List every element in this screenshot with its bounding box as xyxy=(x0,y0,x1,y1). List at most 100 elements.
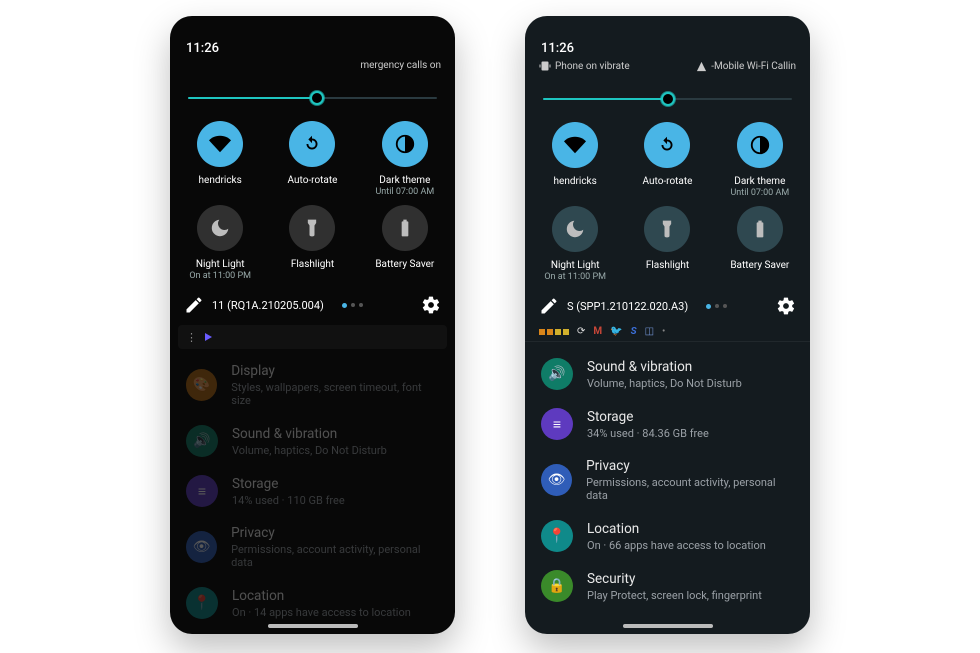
row-title: Sound & vibration xyxy=(587,359,742,375)
notif-row[interactable]: ⟳ M 🐦 S ◫ • xyxy=(525,320,810,339)
row-subtitle: On · 14 apps have access to location xyxy=(232,606,411,619)
status-bar: 11:26 xyxy=(170,16,455,58)
tile-label: Night Light xyxy=(551,260,600,271)
media-bar[interactable]: ⋮ xyxy=(178,325,447,349)
qs-tile-moon[interactable]: Night LightOn at 11:00 PM xyxy=(529,206,621,282)
weather-bars-icon xyxy=(539,329,569,335)
flashlight-icon xyxy=(289,205,335,251)
app-icon: ◫ xyxy=(645,326,654,337)
twitter-icon: 🐦 xyxy=(610,326,622,337)
build-text: 11 (RQ1A.210205.004) xyxy=(212,299,324,312)
settings-gear-icon[interactable] xyxy=(421,295,441,315)
qs-tile-moon[interactable]: Night LightOn at 11:00 PM xyxy=(174,205,266,281)
display-icon: 🎨 xyxy=(186,369,217,401)
security-icon: 🔒 xyxy=(541,570,573,602)
row-subtitle: Volume, haptics, Do Not Disturb xyxy=(587,377,742,390)
nav-pill[interactable] xyxy=(268,624,358,628)
settings-row-sound[interactable]: 🔊Sound & vibrationVolume, haptics, Do No… xyxy=(170,417,455,467)
tile-label: Flashlight xyxy=(291,259,334,270)
row-title: Storage xyxy=(232,476,345,492)
phone-right: 11:26 Phone on vibrate -Mobile Wi-Fi Cal… xyxy=(525,16,810,634)
tile-label: Night Light xyxy=(196,259,245,270)
settings-row-sound[interactable]: 🔊Sound & vibrationVolume, haptics, Do No… xyxy=(525,350,810,400)
nav-pill[interactable] xyxy=(623,624,713,628)
privacy-icon: 👁 xyxy=(541,464,572,496)
moon-icon xyxy=(197,205,243,251)
qs-tile-battery[interactable]: Battery Saver xyxy=(359,205,451,281)
row-title: Storage xyxy=(587,409,709,425)
sound-icon: 🔊 xyxy=(186,425,218,457)
page-dots[interactable] xyxy=(706,304,727,309)
tile-label: Battery Saver xyxy=(730,260,789,271)
tile-label: Battery Saver xyxy=(375,259,434,270)
tile-label: Auto-rotate xyxy=(288,175,338,186)
tile-label: hendricks xyxy=(554,176,597,187)
qs-tile-flashlight[interactable]: Flashlight xyxy=(266,205,358,281)
settings-row-storage[interactable]: ≡ Storage 14% used · 110 GB free xyxy=(170,467,455,517)
qs-grid: hendricks Auto-rotate Dark themeUntil 07… xyxy=(170,109,455,281)
spotify-icon: ⟳ xyxy=(577,326,585,337)
qs-tile-rotate[interactable]: Auto-rotate xyxy=(266,121,358,197)
settings-row-security[interactable]: 🔒SecurityPlay Protect xyxy=(170,629,455,634)
status-bar: 11:26 xyxy=(525,16,810,58)
row-subtitle: 34% used · 84.36 GB free xyxy=(587,427,709,440)
qs-tile-flashlight[interactable]: Flashlight xyxy=(621,206,713,282)
wifi-icon xyxy=(197,121,243,167)
tile-sublabel: Until 07:00 AM xyxy=(375,187,434,197)
tile-label: Dark theme xyxy=(734,176,785,187)
brightness-thumb[interactable] xyxy=(310,91,324,105)
settings-row-location[interactable]: 📍LocationOn · 14 apps have access to loc… xyxy=(170,579,455,629)
settings-gear-icon[interactable] xyxy=(776,296,796,316)
battery-icon xyxy=(382,205,428,251)
row-subtitle: Permissions, account activity, personal … xyxy=(231,543,439,569)
qs-grid: hendricks Auto-rotate Dark themeUntil 07… xyxy=(525,110,810,282)
brightness-slider[interactable] xyxy=(525,78,810,110)
battery-icon xyxy=(737,206,783,252)
brightness-thumb[interactable] xyxy=(661,92,675,106)
brightness-fill xyxy=(188,97,317,99)
row-subtitle: 14% used · 110 GB free xyxy=(232,494,345,507)
row-subtitle: On · 66 apps have access to location xyxy=(587,539,766,552)
qs-tile-rotate[interactable]: Auto-rotate xyxy=(621,122,713,198)
edit-icon[interactable] xyxy=(539,296,559,316)
settings-row-display[interactable]: 🎨DisplayStyles, wallpapers, screen timeo… xyxy=(170,355,455,417)
tile-sublabel: On at 11:00 PM xyxy=(189,271,251,281)
qs-tile-contrast[interactable]: Dark themeUntil 07:00 AM xyxy=(359,121,451,197)
settings-row-storage[interactable]: ≡ Storage 34% used · 84.36 GB free xyxy=(525,400,810,450)
tile-sublabel: Until 07:00 AM xyxy=(730,188,789,198)
contrast-icon xyxy=(382,121,428,167)
vibrate-icon xyxy=(539,60,551,72)
row-title: Location xyxy=(587,521,766,537)
settings-row-location[interactable]: 📍LocationOn · 66 apps have access to loc… xyxy=(525,512,810,562)
qs-tile-battery[interactable]: Battery Saver xyxy=(714,206,806,282)
row-subtitle: Permissions, account activity, personal … xyxy=(586,476,794,502)
storage-icon: ≡ xyxy=(186,475,218,507)
settings-row-privacy[interactable]: 👁PrivacyPermissions, account activity, p… xyxy=(525,450,810,512)
row-title: Security xyxy=(587,571,762,587)
row-title: Display xyxy=(231,363,439,379)
page-dots[interactable] xyxy=(342,303,363,308)
flashlight-icon xyxy=(644,206,690,252)
moon-icon xyxy=(552,206,598,252)
row-title: Privacy xyxy=(231,525,439,541)
contrast-icon xyxy=(737,122,783,168)
tile-label: Dark theme xyxy=(379,175,430,186)
settings-list: 🔊Sound & vibrationVolume, haptics, Do No… xyxy=(525,344,810,612)
privacy-icon: 👁 xyxy=(186,531,217,563)
play-icon[interactable] xyxy=(205,333,212,341)
settings-row-security[interactable]: 🔒SecurityPlay Protect, screen lock, fing… xyxy=(525,562,810,612)
settings-row-privacy[interactable]: 👁 Privacy Permissions, account activity, p… xyxy=(170,517,455,579)
brightness-slider[interactable] xyxy=(170,77,455,109)
phone-left: 11:26 mergency calls on hendricks Auto-r… xyxy=(170,16,455,634)
rotate-icon xyxy=(289,121,335,167)
qs-tile-wifi[interactable]: hendricks xyxy=(529,122,621,198)
qs-tile-wifi[interactable]: hendricks xyxy=(174,121,266,197)
edit-icon[interactable] xyxy=(184,295,204,315)
qs-tile-contrast[interactable]: Dark themeUntil 07:00 AM xyxy=(714,122,806,198)
gmail-icon: M xyxy=(593,326,602,337)
clock: 11:26 xyxy=(186,41,219,56)
vibrate-text: Phone on vibrate xyxy=(555,61,630,72)
qs-footer: S (SPP1.210122.020.A3) xyxy=(525,282,810,320)
tile-label: Flashlight xyxy=(646,260,689,271)
storage-icon: ≡ xyxy=(541,408,573,440)
